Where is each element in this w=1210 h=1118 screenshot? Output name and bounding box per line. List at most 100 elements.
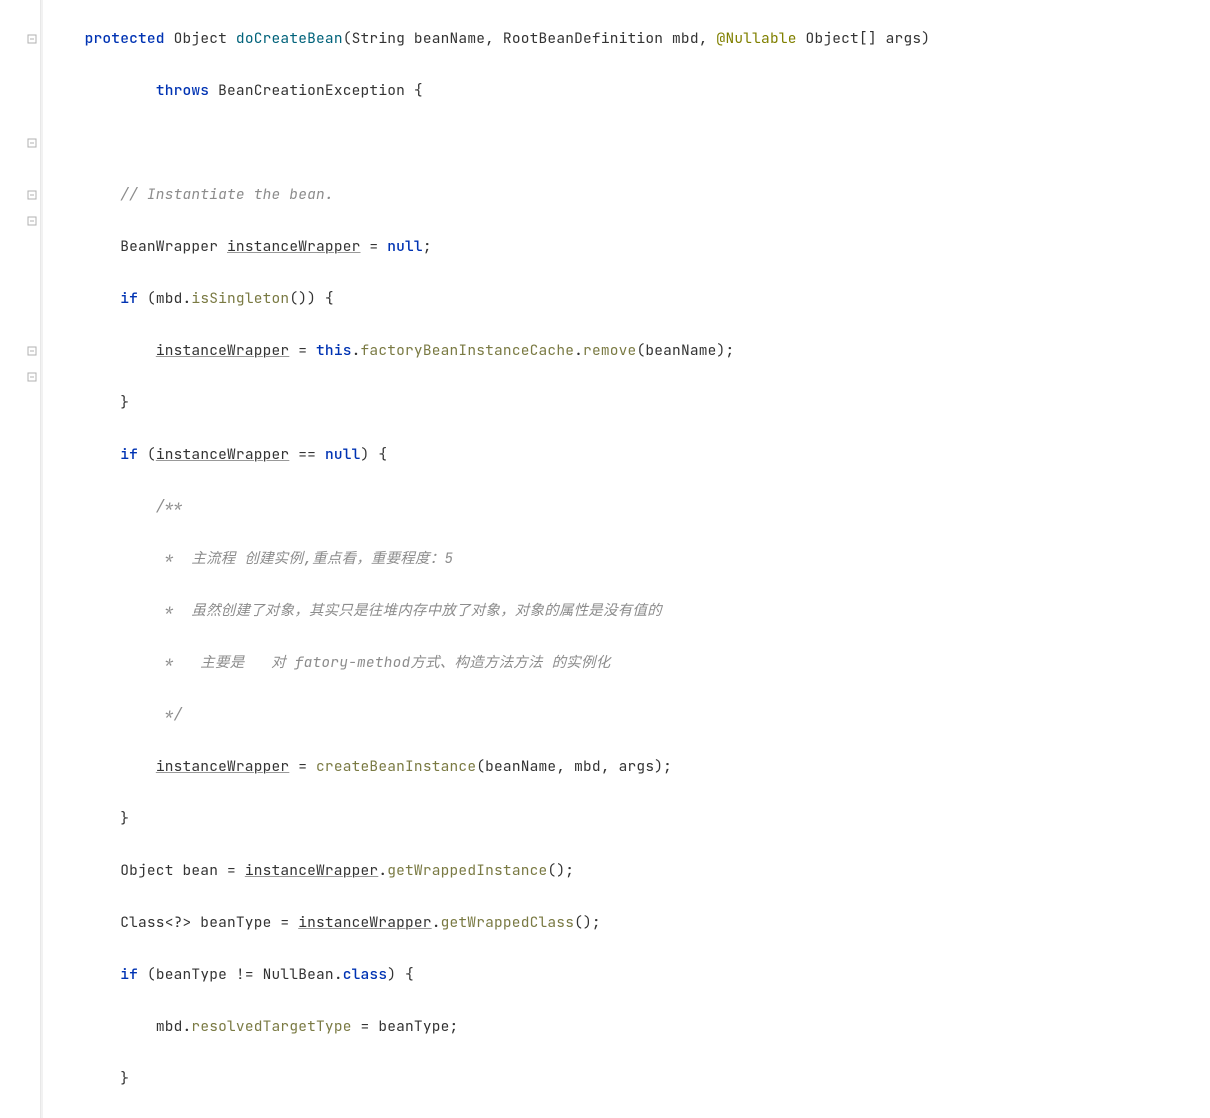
variable: instanceWrapper [156, 445, 290, 464]
code-editor[interactable]: protected Object doCreateBean(String bea… [43, 0, 1210, 1118]
gutter-row[interactable] [0, 208, 40, 234]
keyword: class [343, 965, 388, 984]
gutter-row[interactable] [0, 364, 40, 390]
text: Object bean = [120, 861, 245, 880]
text: ( [138, 445, 156, 464]
collapse-icon [26, 189, 38, 201]
variable: instanceWrapper [156, 341, 290, 360]
comment: * 主要是 对 fatory-method方式、构造方法方法 的实例化 [156, 653, 611, 672]
code-line [49, 130, 1210, 156]
text: . [432, 913, 441, 932]
text: (beanType != NullBean. [138, 965, 343, 984]
comment: */ [156, 705, 183, 724]
code-line: } [49, 806, 1210, 832]
code-line: // Instantiate the bean. [49, 182, 1210, 208]
comment: * 主流程 创建实例,重点看，重要程度：5 [156, 549, 454, 568]
keyword: null [325, 445, 361, 464]
gutter-row [0, 0, 40, 26]
text: ) { [361, 445, 388, 464]
text: BeanWrapper [120, 237, 227, 256]
text: = [361, 237, 388, 256]
collapse-icon [26, 345, 38, 357]
text: = beanType; [352, 1017, 459, 1036]
gutter-row [0, 312, 40, 338]
text: = [289, 757, 316, 776]
gutter-row [0, 104, 40, 130]
text: . [378, 861, 387, 880]
text: } [120, 809, 129, 828]
text: ()) { [289, 289, 334, 308]
text: (beanName, mbd, args); [476, 757, 672, 776]
code-line: instanceWrapper = this.factoryBeanInstan… [49, 338, 1210, 364]
code-line: if (beanType != NullBean.class) { [49, 962, 1210, 988]
code-line: mbd.resolvedTargetType = beanType; [49, 1014, 1210, 1040]
keyword: throws [156, 81, 209, 100]
text: (String beanName, RootBeanDefinition mbd… [343, 29, 717, 48]
code-line: Object bean = instanceWrapper.getWrapped… [49, 858, 1210, 884]
text: (); [547, 861, 574, 880]
gutter-row[interactable] [0, 182, 40, 208]
comment: * 虽然创建了对象，其实只是往堆内存中放了对象，对象的属性是没有值的 [156, 601, 662, 620]
text: Class<?> beanType = [120, 913, 298, 932]
text: BeanCreationException { [209, 81, 423, 100]
gutter-row[interactable] [0, 338, 40, 364]
code-line: */ [49, 702, 1210, 728]
code-line: /** [49, 494, 1210, 520]
field: resolvedTargetType [191, 1017, 351, 1036]
collapse-icon [26, 137, 38, 149]
text: ; [423, 237, 432, 256]
method-call: getWrappedInstance [387, 861, 547, 880]
gutter-row [0, 442, 40, 468]
method-name: doCreateBean [236, 29, 343, 48]
keyword: protected [85, 29, 165, 48]
method-call: createBeanInstance [316, 757, 476, 776]
method-call: remove [583, 341, 636, 360]
code-line: throws BeanCreationException { [49, 78, 1210, 104]
gutter-row [0, 260, 40, 286]
gutter-row [0, 390, 40, 416]
code-line: if (instanceWrapper == null) { [49, 442, 1210, 468]
keyword: if [120, 965, 138, 984]
collapse-icon [26, 371, 38, 383]
gutter-row [0, 494, 40, 520]
annotation: @Nullable [717, 29, 797, 48]
method-call: isSingleton [191, 289, 289, 308]
gutter-row [0, 52, 40, 78]
keyword: this [316, 341, 352, 360]
gutter-row [0, 78, 40, 104]
keyword: if [120, 289, 138, 308]
code-line: } [49, 390, 1210, 416]
collapse-icon [26, 33, 38, 45]
text: == [289, 445, 325, 464]
variable: instanceWrapper [298, 913, 432, 932]
gutter-row [0, 520, 40, 546]
text: ) { [387, 965, 414, 984]
gutter-row [0, 156, 40, 182]
code-line: Class<?> beanType = instanceWrapper.getW… [49, 910, 1210, 936]
text: . [352, 341, 361, 360]
code-line: BeanWrapper instanceWrapper = null; [49, 234, 1210, 260]
gutter-row [0, 468, 40, 494]
variable: instanceWrapper [245, 861, 379, 880]
text: } [120, 1069, 129, 1088]
code-line: } [49, 1066, 1210, 1092]
code-line: * 主流程 创建实例,重点看，重要程度：5 [49, 546, 1210, 572]
code-line: * 虽然创建了对象，其实只是往堆内存中放了对象，对象的属性是没有值的 [49, 598, 1210, 624]
comment: // Instantiate the bean. [120, 185, 334, 204]
gutter-row[interactable] [0, 130, 40, 156]
text: (beanName); [636, 341, 734, 360]
gutter-row [0, 286, 40, 312]
comment: /** [156, 497, 183, 516]
code-line: if (mbd.isSingleton()) { [49, 286, 1210, 312]
text: mbd. [156, 1017, 192, 1036]
gutter-row [0, 234, 40, 260]
text: Object [165, 29, 236, 48]
code-line: protected Object doCreateBean(String bea… [49, 26, 1210, 52]
text: (mbd. [138, 289, 191, 308]
gutter-row[interactable] [0, 26, 40, 52]
field: factoryBeanInstanceCache [361, 341, 575, 360]
method-call: getWrappedClass [441, 913, 575, 932]
variable: instanceWrapper [227, 237, 361, 256]
collapse-icon [26, 215, 38, 227]
text: Object[] args) [797, 29, 931, 48]
